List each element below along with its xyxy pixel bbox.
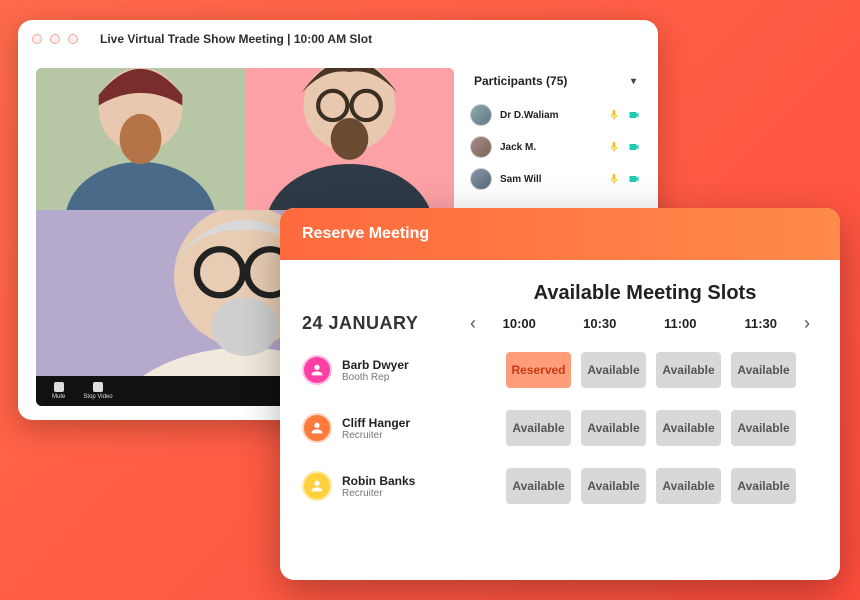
participant-row[interactable]: Dr D.Waliam [470, 102, 640, 128]
rep-role: Recruiter [342, 430, 410, 441]
mic-icon [54, 382, 64, 392]
participant-row[interactable]: Jack M. [470, 134, 640, 160]
participant-row[interactable]: Sam Will [470, 166, 640, 192]
mic-on-icon [608, 173, 620, 185]
camera-on-icon [628, 109, 640, 121]
video-tile[interactable] [36, 68, 245, 210]
slot-reserved-button[interactable]: Reserved [506, 352, 571, 388]
camera-on-icon [628, 173, 640, 185]
toolbar-mute[interactable]: Mute [52, 382, 65, 400]
time-col: 10:30 [565, 316, 636, 331]
rep-name: Robin Banks [342, 474, 415, 488]
rep-avatar [302, 471, 332, 501]
rep-avatar [302, 355, 332, 385]
camera-on-icon [628, 141, 640, 153]
slot-available-button[interactable]: Available [581, 468, 646, 504]
rep-info: Robin BanksRecruiter [302, 471, 484, 501]
chevron-down-icon[interactable]: ▾ [631, 76, 636, 87]
window-zoom-dot[interactable] [68, 34, 78, 44]
rep-row: Barb DwyerBooth Rep Reserved Available Avai… [302, 352, 818, 388]
slot-available-button[interactable]: Available [656, 352, 721, 388]
date-label: 24 JANUARY [302, 313, 462, 334]
camera-icon [93, 382, 103, 392]
slot-available-button[interactable]: Available [731, 352, 796, 388]
participant-name: Jack M. [500, 142, 600, 153]
rep-row: Cliff HangerRecruiterAvailableAvailableA… [302, 410, 818, 446]
rep-info: Barb DwyerBooth Rep [302, 355, 484, 385]
rep-avatar [302, 413, 332, 443]
rep-name: Barb Dwyer [342, 358, 409, 372]
avatar [470, 168, 492, 190]
avatar [470, 104, 492, 126]
rep-info: Cliff HangerRecruiter [302, 413, 484, 443]
video-tile[interactable] [245, 68, 454, 210]
slot-available-button[interactable]: Available [506, 410, 571, 446]
slot-cells: Available Available Available Available [506, 468, 796, 504]
prev-arrow[interactable]: ‹ [462, 313, 484, 334]
slot-cells: Available Available Available Available [506, 410, 796, 446]
slot-available-button[interactable]: Available [581, 410, 646, 446]
time-col: 11:00 [645, 316, 716, 331]
participants-title: Participants (75) [474, 74, 567, 88]
mic-on-icon [608, 141, 620, 153]
window-close-dot[interactable] [32, 34, 42, 44]
next-arrow[interactable]: › [796, 313, 818, 334]
participant-name: Sam Will [500, 174, 600, 185]
time-col: 11:30 [726, 316, 797, 331]
reserve-header: Reserve Meeting [280, 208, 840, 260]
participant-name: Dr D.Waliam [500, 110, 600, 121]
rep-role: Booth Rep [342, 372, 409, 383]
time-col: 10:00 [484, 316, 555, 331]
slot-available-button[interactable]: Available [656, 468, 721, 504]
time-headers: 10:00 10:30 11:00 11:30 [484, 316, 796, 331]
slots-title: Available Meeting Slots [472, 282, 818, 305]
slot-available-button[interactable]: Available [731, 410, 796, 446]
reserve-meeting-panel: Reserve Meeting Available Meeting Slots … [280, 208, 840, 580]
rep-row: Robin BanksRecruiterAvailableAvailableAv… [302, 468, 818, 504]
toolbar-stop-video[interactable]: Stop Video [83, 382, 112, 400]
slot-available-button[interactable]: Available [506, 468, 571, 504]
slot-available-button[interactable]: Available [581, 352, 646, 388]
reserve-title: Reserve Meeting [302, 225, 429, 243]
window-title: Live Virtual Trade Show Meeting | 10:00 … [100, 32, 372, 46]
window-minimize-dot[interactable] [50, 34, 60, 44]
mic-on-icon [608, 109, 620, 121]
slot-cells: Reserved Available Available Available [506, 352, 796, 388]
slot-available-button[interactable]: Available [656, 410, 721, 446]
slot-available-button[interactable]: Available [731, 468, 796, 504]
rep-role: Recruiter [342, 488, 415, 499]
window-titlebar: Live Virtual Trade Show Meeting | 10:00 … [18, 20, 658, 58]
rep-name: Cliff Hanger [342, 416, 410, 430]
avatar [470, 136, 492, 158]
